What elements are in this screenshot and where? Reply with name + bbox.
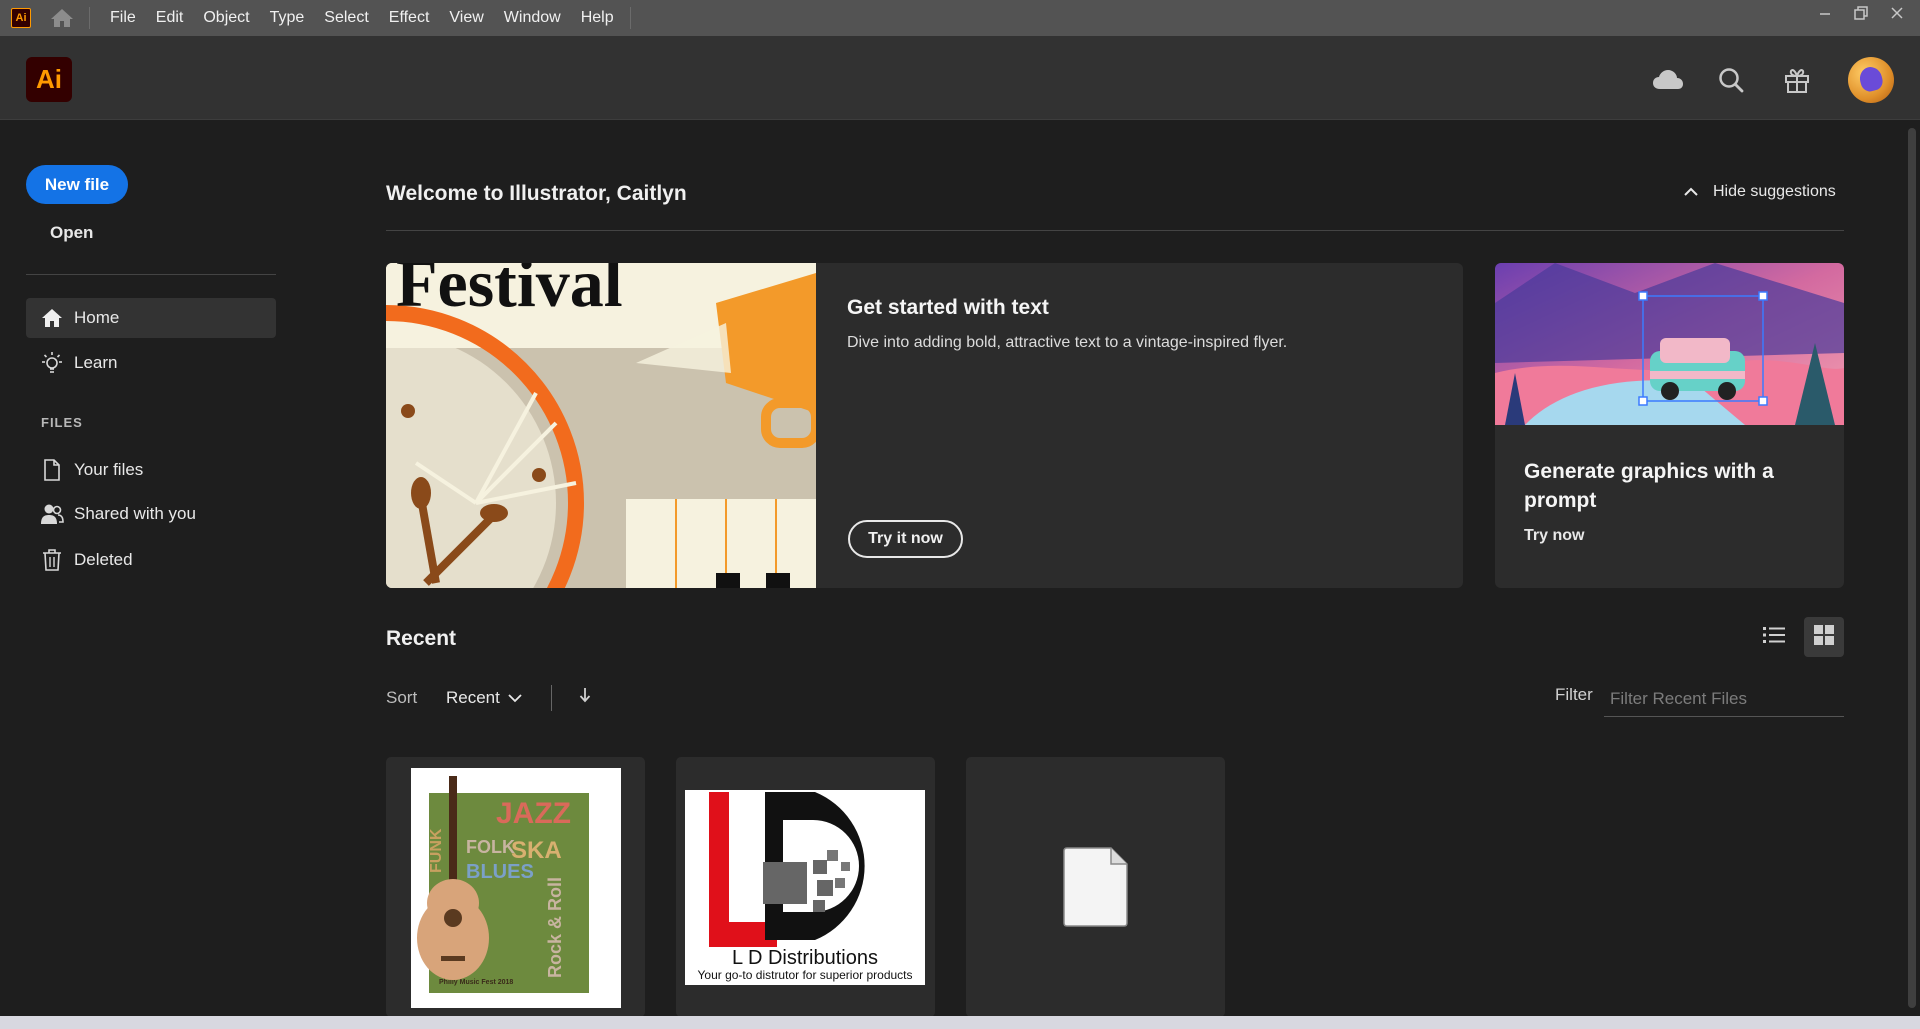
search-icon[interactable] xyxy=(1714,63,1748,97)
try-now-link[interactable]: Try now xyxy=(1524,527,1584,545)
grid-view-icon xyxy=(1814,624,1834,650)
menu-file[interactable]: File xyxy=(100,0,146,36)
sort-direction-button[interactable] xyxy=(576,686,594,708)
festival-art-text: Festival xyxy=(396,263,623,321)
blank-document-icon xyxy=(1063,847,1129,932)
sidebar-item-label: Shared with you xyxy=(74,504,196,523)
ld-tagline: Your go-to distrutor for superior produc… xyxy=(698,968,913,982)
menu-divider xyxy=(629,7,631,29)
poster-text-rock: Rock & Roll xyxy=(545,877,565,978)
home-icon xyxy=(40,306,64,330)
grid-view-button[interactable] xyxy=(1804,617,1844,657)
menu-type[interactable]: Type xyxy=(260,0,315,36)
section-divider xyxy=(386,230,1844,231)
poster-text-funk: FUNK xyxy=(428,828,445,873)
menu-object[interactable]: Object xyxy=(193,0,259,36)
recent-file-card[interactable]: L D Distributions Your go-to distrutor f… xyxy=(676,757,935,1017)
file-thumbnail: L D Distributions Your go-to distrutor f… xyxy=(685,790,925,985)
chevron-up-icon xyxy=(1683,184,1699,200)
gift-icon[interactable] xyxy=(1780,63,1814,97)
sidebar-item-shared[interactable]: Shared with you xyxy=(26,494,276,534)
sidebar-item-home[interactable]: Home xyxy=(26,298,276,338)
chevron-down-icon xyxy=(508,691,522,705)
sort-value: Recent xyxy=(446,688,500,707)
festival-flyer-image: Festival xyxy=(386,263,816,588)
cloud-icon[interactable] xyxy=(1651,63,1685,97)
recent-heading: Recent xyxy=(386,627,457,650)
recent-file-card[interactable] xyxy=(966,757,1225,1017)
users-icon xyxy=(40,502,64,526)
sort-label: Sort xyxy=(386,688,418,707)
card-title: Generate graphics with a prompt xyxy=(1524,460,1774,512)
poster-text-blues: BLUES xyxy=(466,861,534,883)
avatar[interactable] xyxy=(1848,57,1894,103)
menu-edit[interactable]: Edit xyxy=(146,0,194,36)
poster-text-jazz: JAZZ xyxy=(496,797,571,830)
file-thumbnail: JAZZ FOLK SKA BLUES Rock & Roll FUNK Phi… xyxy=(411,768,621,1008)
list-view-icon xyxy=(1763,626,1785,649)
list-view-button[interactable] xyxy=(1754,617,1794,657)
app-header: Ai xyxy=(0,36,1920,120)
sidebar-item-your-files[interactable]: Your files xyxy=(26,450,276,490)
menu-help[interactable]: Help xyxy=(571,0,624,36)
poster-text-fest: Philly Music Fest 2018 xyxy=(439,979,513,986)
lightbulb-icon xyxy=(40,351,64,375)
card-title: Get started with text xyxy=(847,296,1049,319)
close-icon[interactable] xyxy=(1886,2,1908,24)
sidebar: New file Open Home Learn FILES Your file… xyxy=(0,121,290,1016)
page-title: Welcome to Illustrator, Caitlyn xyxy=(386,182,687,205)
open-button[interactable]: Open xyxy=(50,223,93,243)
arrow-down-icon xyxy=(579,687,591,708)
restore-icon[interactable] xyxy=(1850,2,1872,24)
illustrator-logo[interactable]: Ai xyxy=(26,57,72,102)
sort-divider xyxy=(551,685,552,711)
new-file-button[interactable]: New file xyxy=(26,165,128,204)
sidebar-item-deleted[interactable]: Deleted xyxy=(26,540,276,580)
file-icon xyxy=(40,458,64,482)
sidebar-item-learn[interactable]: Learn xyxy=(26,343,276,383)
sidebar-item-label: Your files xyxy=(74,460,144,479)
sidebar-divider xyxy=(26,274,276,275)
scrollbar-thumb[interactable] xyxy=(1908,128,1916,1008)
menu-bar: Ai File Edit Object Type Select Effect V… xyxy=(0,0,1920,36)
menu-effect[interactable]: Effect xyxy=(379,0,440,36)
menu-divider xyxy=(89,7,90,29)
sidebar-item-label: Deleted xyxy=(74,550,133,569)
sidebar-item-label: Learn xyxy=(74,353,118,372)
taskbar-strip xyxy=(0,1016,1920,1029)
trash-icon xyxy=(40,548,64,572)
suggestion-card-text[interactable]: Festival Get started with text Dive into… xyxy=(386,263,1463,588)
sort-dropdown[interactable]: Recent xyxy=(446,688,522,708)
card-description: Dive into adding bold, attractive text t… xyxy=(847,334,1288,351)
poster-text-ska: SKA xyxy=(511,837,562,864)
hide-suggestions-button[interactable]: Hide suggestions xyxy=(1683,183,1836,201)
recent-file-card[interactable]: JAZZ FOLK SKA BLUES Rock & Roll FUNK Phi… xyxy=(386,757,645,1017)
files-heading: FILES xyxy=(41,415,83,430)
menu-window[interactable]: Window xyxy=(494,0,571,36)
menu-view[interactable]: View xyxy=(439,0,493,36)
hide-suggestions-label: Hide suggestions xyxy=(1713,183,1836,200)
window-controls xyxy=(1814,0,1908,26)
app-icon[interactable]: Ai xyxy=(11,8,31,28)
filter-label: Filter xyxy=(1555,685,1593,704)
menu-select[interactable]: Select xyxy=(314,0,378,36)
suggestion-card-generate[interactable]: Generate graphics with a prompt Try now xyxy=(1495,263,1844,588)
home-icon[interactable] xyxy=(49,7,75,29)
poster-text-folk: FOLK xyxy=(466,837,515,857)
generate-graphics-image xyxy=(1495,263,1844,425)
ld-company-name: L D Distributions xyxy=(732,947,878,969)
sidebar-item-label: Home xyxy=(74,308,120,327)
minimize-icon[interactable] xyxy=(1814,2,1836,24)
try-it-now-button[interactable]: Try it now xyxy=(848,520,963,558)
filter-input[interactable] xyxy=(1604,681,1844,717)
